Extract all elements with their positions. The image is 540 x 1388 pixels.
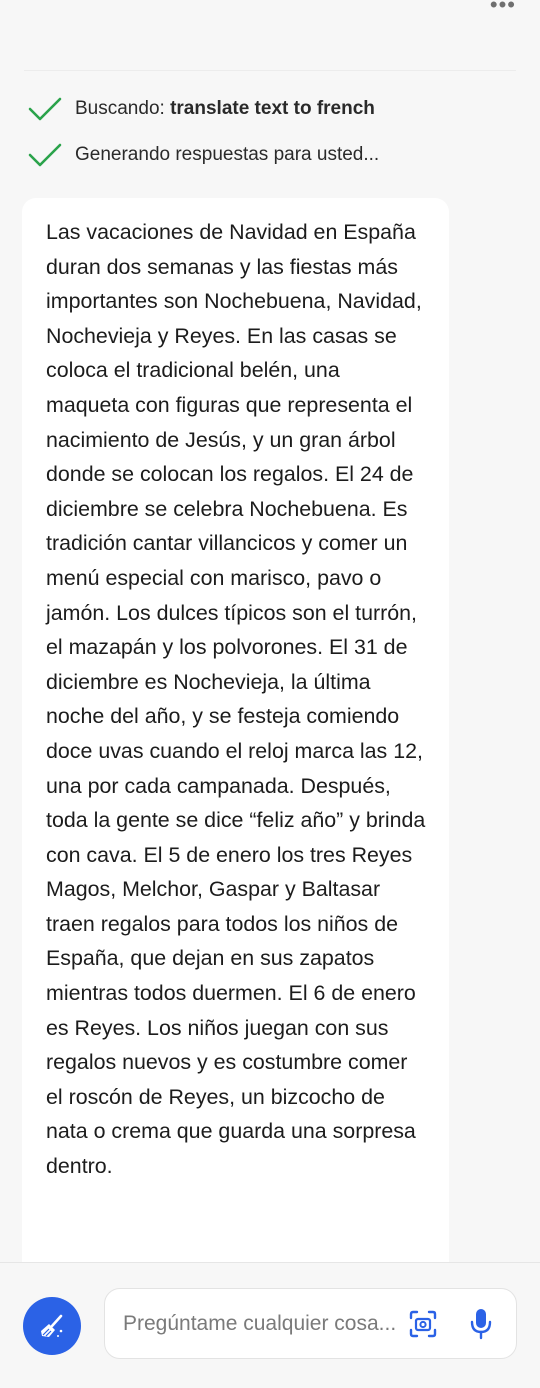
status-generating: Generando respuestas para usted... xyxy=(28,142,379,168)
camera-scan-icon[interactable] xyxy=(408,1309,438,1339)
divider xyxy=(24,70,516,71)
chat-input-box[interactable] xyxy=(104,1288,517,1359)
status-searching-text: Buscando: translate text to french xyxy=(75,98,375,120)
new-topic-button[interactable] xyxy=(23,1297,81,1355)
broom-icon xyxy=(41,1314,63,1337)
status-searching-prefix: Buscando: xyxy=(75,98,171,119)
microphone-icon[interactable] xyxy=(467,1307,495,1341)
more-options-icon[interactable]: ••• xyxy=(490,0,516,18)
response-text: Las vacaciones de Navidad en España dura… xyxy=(46,220,426,1179)
check-icon xyxy=(28,143,62,167)
response-bubble: Las vacaciones de Navidad en España dura… xyxy=(22,198,449,1278)
status-searching: Buscando: translate text to french xyxy=(28,96,375,122)
check-icon xyxy=(28,97,62,121)
status-generating-text: Generando respuestas para usted... xyxy=(75,144,380,165)
status-searching-query: translate text to french xyxy=(170,98,375,119)
chat-input[interactable] xyxy=(123,1311,413,1336)
